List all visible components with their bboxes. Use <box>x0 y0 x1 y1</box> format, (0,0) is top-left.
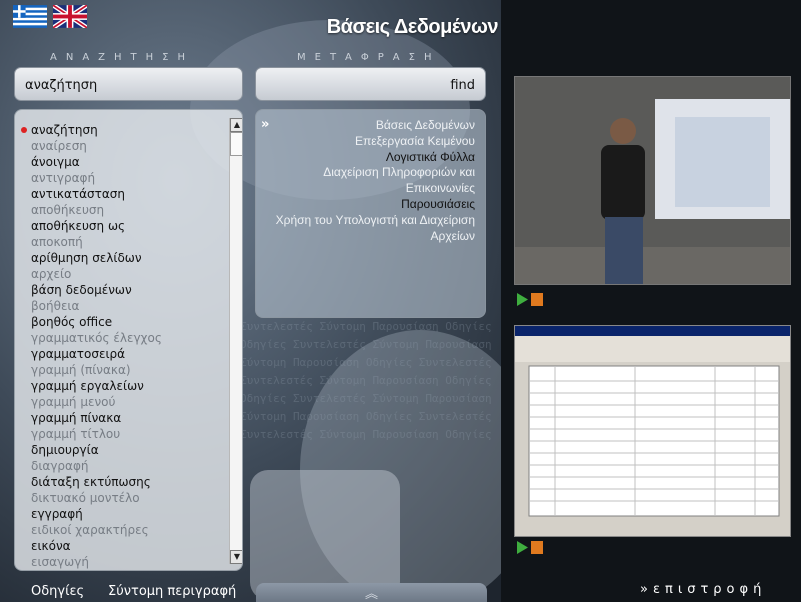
page-title: Βάσεις Δεδομένων <box>326 16 499 38</box>
word-list-item[interactable]: διάταξη εκτύπωσης <box>15 474 227 490</box>
word-list-item[interactable]: αρχείο <box>15 266 227 282</box>
play-screenshot-button[interactable] <box>515 540 545 555</box>
svg-text:Συντελεστές Σύντομη Παρουσίαση: Συντελεστές Σύντομη Παρουσίαση Οδηγίες <box>240 320 492 333</box>
word-list-item[interactable]: εισαγωγή <box>15 554 227 570</box>
footer-links: Οδηγίες Σύντομη περιγραφή <box>0 581 243 602</box>
back-link-label: επιστροφή <box>652 582 767 597</box>
word-list-item[interactable]: γραμμή πίνακα <box>15 410 227 426</box>
double-chevron-right-icon: » <box>261 117 270 132</box>
word-list-item[interactable]: δημιουργία <box>15 442 227 458</box>
uk-flag-icon[interactable] <box>53 5 87 28</box>
translation-item[interactable]: Λογιστικά Φύλλα <box>275 150 475 166</box>
word-list-item[interactable]: εικόνα <box>15 538 227 554</box>
double-chevron-right-icon: » <box>640 582 653 597</box>
translation-item[interactable]: Βάσεις Δεδομένων <box>275 118 475 134</box>
word-list-item[interactable]: γραμμή εργαλείων <box>15 378 227 394</box>
word-list: αναζήτηση αναίρεση άνοιγμα αντιγραφή αντικατ… <box>15 122 227 570</box>
translation-list: Βάσεις Δεδομένων Επεξεργασία Κειμένου Λογι… <box>275 118 475 244</box>
word-list-item[interactable]: διαγραφή <box>15 458 227 474</box>
translation-item[interactable]: Επεξεργασία Κειμένου <box>275 134 475 150</box>
word-list-item[interactable]: γραμματικός έλεγχος <box>15 330 227 346</box>
scrollbar[interactable]: ▲ ▼ <box>229 118 242 564</box>
translation-item[interactable]: Διαχείριση Πληροφοριών και Επικοινωνίες <box>275 165 475 197</box>
translation-item[interactable]: Χρήση του Υπολογιστή και Διαχείριση Αρχε… <box>275 213 475 245</box>
word-list-item[interactable]: αρίθμηση σελίδων <box>15 250 227 266</box>
application-screenshot <box>514 325 791 537</box>
word-list-item[interactable]: ειδικοί χαρακτήρες <box>15 522 227 538</box>
svg-text:Συντελεστές Σύντομη Παρουσίαση: Συντελεστές Σύντομη Παρουσίαση Οδηγίες <box>240 374 492 387</box>
word-list-item[interactable]: αναίρεση <box>15 138 227 154</box>
word-list-item[interactable]: γραμματοσειρά <box>15 346 227 362</box>
word-list-item[interactable]: αντιγραφή <box>15 170 227 186</box>
svg-text:Οδηγίες Συντελεστές Σύντομη Πα: Οδηγίες Συντελεστές Σύντομη Παρουσίαση <box>240 392 492 405</box>
word-list-panel: αναζήτηση αναίρεση άνοιγμα αντιγραφή αντικατ… <box>14 109 243 571</box>
word-list-item[interactable]: αποθήκευση <box>15 202 227 218</box>
back-link[interactable]: »επιστροφή <box>640 582 766 597</box>
word-list-item[interactable]: βοηθός office <box>15 314 227 330</box>
word-list-item[interactable]: εγγραφή <box>15 506 227 522</box>
word-list-item[interactable]: βοήθεια <box>15 298 227 314</box>
word-list-item[interactable]: αναζήτηση <box>15 122 227 138</box>
scroll-down-button[interactable]: ▼ <box>230 550 242 564</box>
word-list-item[interactable]: βάση δεδομένων <box>15 282 227 298</box>
svg-text:Σύντομη Παρουσίαση Οδηγίες Συν: Σύντομη Παρουσίαση Οδηγίες Συντελεστές <box>240 410 492 423</box>
video-preview <box>514 76 791 285</box>
short-description-link[interactable]: Σύντομη περιγραφή <box>108 584 236 599</box>
translation-output: find <box>255 67 486 101</box>
translation-section-label: ΜΕΤΑΦΡΑΣΗ <box>297 52 441 63</box>
svg-text:Συντελεστές Σύντομη Παρουσίαση: Συντελεστές Σύντομη Παρουσίαση Οδηγίες <box>240 428 492 441</box>
scroll-thumb[interactable] <box>230 132 242 156</box>
search-input[interactable]: αναζήτηση <box>14 67 243 101</box>
word-list-item[interactable]: αντικατάσταση <box>15 186 227 202</box>
expand-up-button[interactable]: ︽ <box>256 583 487 602</box>
scroll-up-button[interactable]: ▲ <box>230 118 242 132</box>
word-list-item[interactable]: αποθήκευση ως <box>15 218 227 234</box>
play-video-button[interactable] <box>515 292 545 307</box>
word-list-item[interactable]: γραμμή (πίνακα) <box>15 362 227 378</box>
translation-item[interactable]: Παρουσιάσεις <box>275 197 475 213</box>
svg-text:Οδηγίες Συντελεστές Σύντομη Πα: Οδηγίες Συντελεστές Σύντομη Παρουσίαση <box>240 338 492 351</box>
word-list-item[interactable]: αποκοπή <box>15 234 227 250</box>
search-section-label: ΑΝΑΖΗΤΗΣΗ <box>50 52 194 63</box>
word-list-item[interactable]: δικτυακό μοντέλο <box>15 490 227 506</box>
word-list-item[interactable]: άνοιγμα <box>15 154 227 170</box>
word-list-item[interactable]: γραμμή τίτλου <box>15 426 227 442</box>
svg-text:Σύντομη Παρουσίαση Οδηγίες Συν: Σύντομη Παρουσίαση Οδηγίες Συντελεστές <box>240 356 492 369</box>
double-chevron-up-icon: ︽ <box>364 587 378 602</box>
greek-flag-icon[interactable] <box>13 5 47 28</box>
help-link[interactable]: Οδηγίες <box>31 584 84 599</box>
word-list-item[interactable]: γραμμή μενού <box>15 394 227 410</box>
translation-panel: » Βάσεις Δεδομένων Επεξεργασία Κειμένου Λο… <box>255 109 486 318</box>
